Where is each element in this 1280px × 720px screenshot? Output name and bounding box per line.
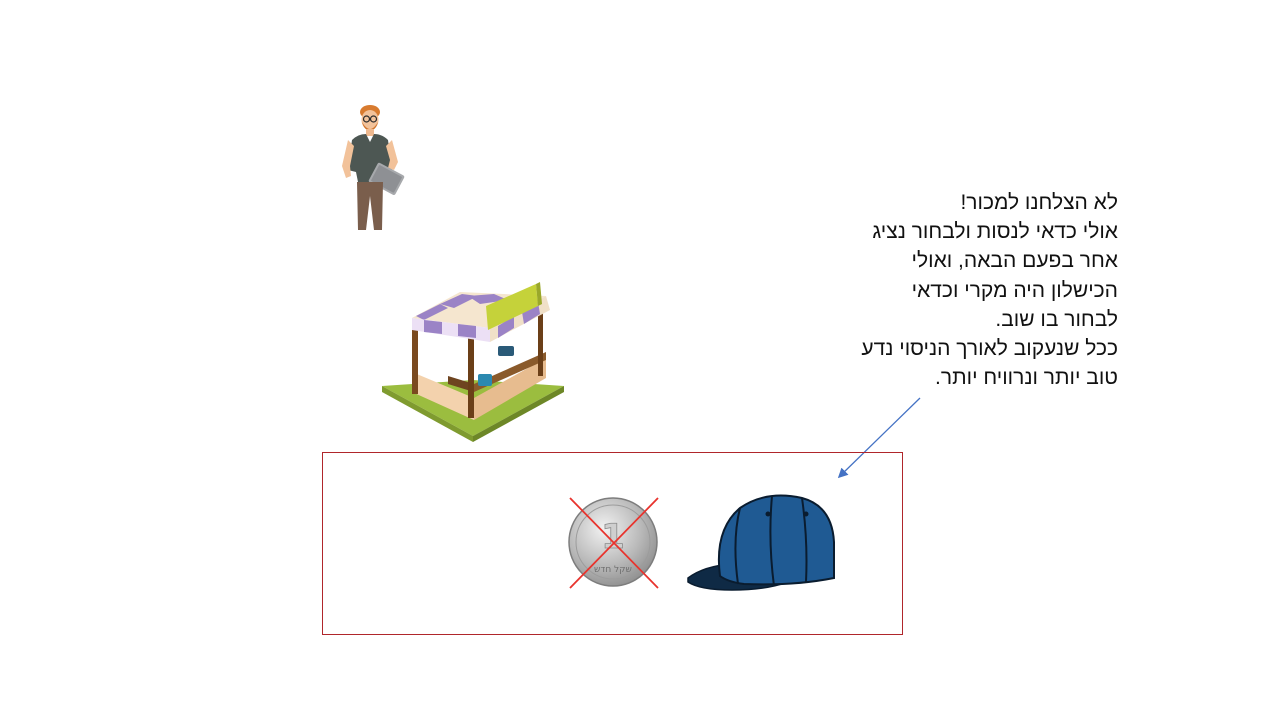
message-line: לא הצלחנו למכור! bbox=[960, 191, 1118, 214]
message-line: לבחור בו שוב. bbox=[995, 307, 1118, 331]
market-stall-icon bbox=[382, 282, 564, 442]
person-icon bbox=[342, 105, 405, 230]
message-line: טוב יותר ונרוויח יותר. bbox=[935, 366, 1118, 390]
message-line: אחר בפעם הבאה, ואולי bbox=[911, 249, 1118, 273]
coin-icon: 1 שקל חדש bbox=[568, 497, 659, 589]
coin-denomination: שקל חדש bbox=[594, 565, 632, 575]
baseball-cap-icon bbox=[687, 494, 835, 591]
message-text: לא הצלחנו למכור! אולי כדאי לנסות ולבחור … bbox=[818, 188, 1118, 392]
message-line: ככל שנעקוב לאורך הניסוי נדע bbox=[861, 337, 1118, 361]
message-line: הכישלון היה מקרי וכדאי bbox=[911, 278, 1118, 302]
message-line: אולי כדאי לנסות ולבחור נציג bbox=[872, 220, 1118, 244]
slide: לא הצלחנו למכור! אולי כדאי לנסות ולבחור … bbox=[0, 0, 1280, 720]
